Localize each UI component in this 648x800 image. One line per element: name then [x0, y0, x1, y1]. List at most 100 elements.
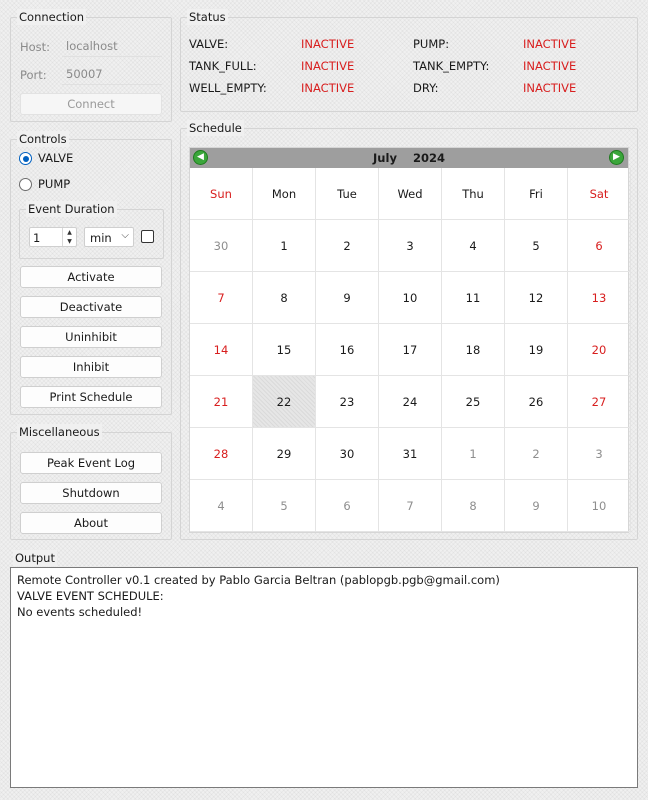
duration-unit-select[interactable]: min ⌵ [84, 227, 134, 247]
calendar-day[interactable]: 1 [253, 220, 316, 272]
radio-valve[interactable] [19, 152, 32, 165]
status-value-tank-empty: INACTIVE [523, 59, 577, 73]
calendar-grid: Sun Mon Tue Wed Thu Fri Sat 30 1 2 3 4 5 6 7 8 9 10 11 12 13… [190, 168, 631, 533]
output-line: Remote Controller v0.1 created by Pablo … [17, 573, 500, 587]
status-key-dry: DRY: [413, 81, 439, 95]
shutdown-button[interactable]: Shutdown [20, 482, 162, 504]
calendar-day[interactable]: 3 [379, 220, 442, 272]
duration-checkbox[interactable] [141, 230, 154, 243]
weekday-header: Tue [316, 168, 379, 220]
calendar-day[interactable]: 2 [316, 220, 379, 272]
calendar-day[interactable]: 13 [568, 272, 631, 324]
controls-title: Controls [17, 131, 69, 147]
activate-button[interactable]: Activate [20, 266, 162, 288]
output-title: Output [13, 550, 57, 566]
calendar-day[interactable]: 31 [379, 428, 442, 480]
calendar-day[interactable]: 1 [442, 428, 505, 480]
calendar-day[interactable]: 16 [316, 324, 379, 376]
calendar-day[interactable]: 5 [505, 220, 568, 272]
status-value-dry: INACTIVE [523, 81, 577, 95]
radio-pump-label[interactable]: PUMP [38, 177, 70, 191]
connection-title: Connection [17, 9, 87, 25]
status-key-pump: PUMP: [413, 37, 450, 51]
calendar-day[interactable]: 30 [190, 220, 253, 272]
calendar-day[interactable]: 26 [505, 376, 568, 428]
calendar-day[interactable]: 27 [568, 376, 631, 428]
calendar-day[interactable]: 28 [190, 428, 253, 480]
calendar-day[interactable]: 15 [253, 324, 316, 376]
calendar-day[interactable]: 5 [253, 480, 316, 532]
port-input[interactable]: 50007 [62, 63, 162, 85]
calendar-day[interactable]: 6 [568, 220, 631, 272]
calendar-day[interactable]: 20 [568, 324, 631, 376]
calendar-day[interactable]: 29 [253, 428, 316, 480]
next-month-icon[interactable]: ▶ [609, 150, 624, 165]
inhibit-button[interactable]: Inhibit [20, 356, 162, 378]
calendar-day[interactable]: 8 [253, 272, 316, 324]
host-input[interactable]: localhost [62, 35, 162, 57]
calendar-day[interactable]: 10 [379, 272, 442, 324]
peak-event-log-button[interactable]: Peak Event Log [20, 452, 162, 474]
weekday-header: Sun [190, 168, 253, 220]
calendar-day[interactable]: 7 [190, 272, 253, 324]
duration-stepper[interactable]: ▲ ▼ [62, 228, 76, 246]
duration-unit-value: min [90, 231, 112, 245]
uninhibit-button[interactable]: Uninhibit [20, 326, 162, 348]
calendar-nav-bar: ◀ July 2024 ▶ [190, 148, 628, 168]
weekday-header: Wed [379, 168, 442, 220]
calendar-day[interactable]: 18 [442, 324, 505, 376]
deactivate-button[interactable]: Deactivate [20, 296, 162, 318]
calendar-day[interactable]: 9 [316, 272, 379, 324]
calendar-day[interactable]: 21 [190, 376, 253, 428]
calendar-day[interactable]: 30 [316, 428, 379, 480]
calendar-day[interactable]: 25 [442, 376, 505, 428]
calendar-day[interactable]: 4 [442, 220, 505, 272]
port-label: Port: [20, 68, 47, 82]
calendar-day[interactable]: 6 [316, 480, 379, 532]
calendar-month-year: July 2024 [190, 151, 628, 165]
calendar-day[interactable]: 7 [379, 480, 442, 532]
connect-button[interactable]: Connect [20, 93, 162, 115]
calendar-day[interactable]: 4 [190, 480, 253, 532]
calendar: ◀ July 2024 ▶ Sun Mon Tue Wed Thu Fri Sat 30 1 2 3… [189, 147, 631, 533]
calendar-day[interactable]: 14 [190, 324, 253, 376]
host-label: Host: [20, 40, 51, 54]
calendar-day[interactable]: 11 [442, 272, 505, 324]
output-line: VALVE EVENT SCHEDULE: [17, 589, 164, 603]
calendar-day[interactable]: 24 [379, 376, 442, 428]
status-value-valve: INACTIVE [301, 37, 355, 51]
calendar-day[interactable]: 19 [505, 324, 568, 376]
about-button[interactable]: About [20, 512, 162, 534]
weekday-header: Sat [568, 168, 631, 220]
calendar-day[interactable]: 3 [568, 428, 631, 480]
status-key-well-empty: WELL_EMPTY: [189, 81, 267, 95]
calendar-month[interactable]: July [373, 151, 397, 165]
chevron-down-icon: ⌵ [121, 230, 129, 241]
schedule-title: Schedule [187, 120, 244, 136]
status-key-tank-empty: TANK_EMPTY: [413, 59, 490, 73]
weekday-header: Thu [442, 168, 505, 220]
duration-spinbox[interactable]: 1 ▲ ▼ [29, 227, 77, 247]
duration-value: 1 [33, 231, 41, 245]
output-line: No events scheduled! [17, 605, 143, 619]
radio-valve-label[interactable]: VALVE [38, 151, 73, 165]
calendar-day[interactable]: 2 [505, 428, 568, 480]
weekday-header: Mon [253, 168, 316, 220]
calendar-day[interactable]: 23 [316, 376, 379, 428]
event-duration-title: Event Duration [26, 201, 117, 217]
calendar-year[interactable]: 2024 [413, 151, 445, 165]
radio-pump[interactable] [19, 178, 32, 191]
stepper-down-icon[interactable]: ▼ [63, 237, 76, 246]
output-textarea[interactable]: Remote Controller v0.1 created by Pablo … [10, 567, 638, 788]
calendar-day[interactable]: 8 [442, 480, 505, 532]
calendar-day[interactable]: 10 [568, 480, 631, 532]
weekday-header: Fri [505, 168, 568, 220]
calendar-day[interactable]: 17 [379, 324, 442, 376]
calendar-day[interactable]: 9 [505, 480, 568, 532]
status-value-tank-full: INACTIVE [301, 59, 355, 73]
calendar-day[interactable]: 12 [505, 272, 568, 324]
print-schedule-button[interactable]: Print Schedule [20, 386, 162, 408]
status-key-tank-full: TANK_FULL: [189, 59, 257, 73]
stepper-up-icon[interactable]: ▲ [63, 228, 76, 237]
calendar-day[interactable]: 22 [253, 376, 316, 428]
